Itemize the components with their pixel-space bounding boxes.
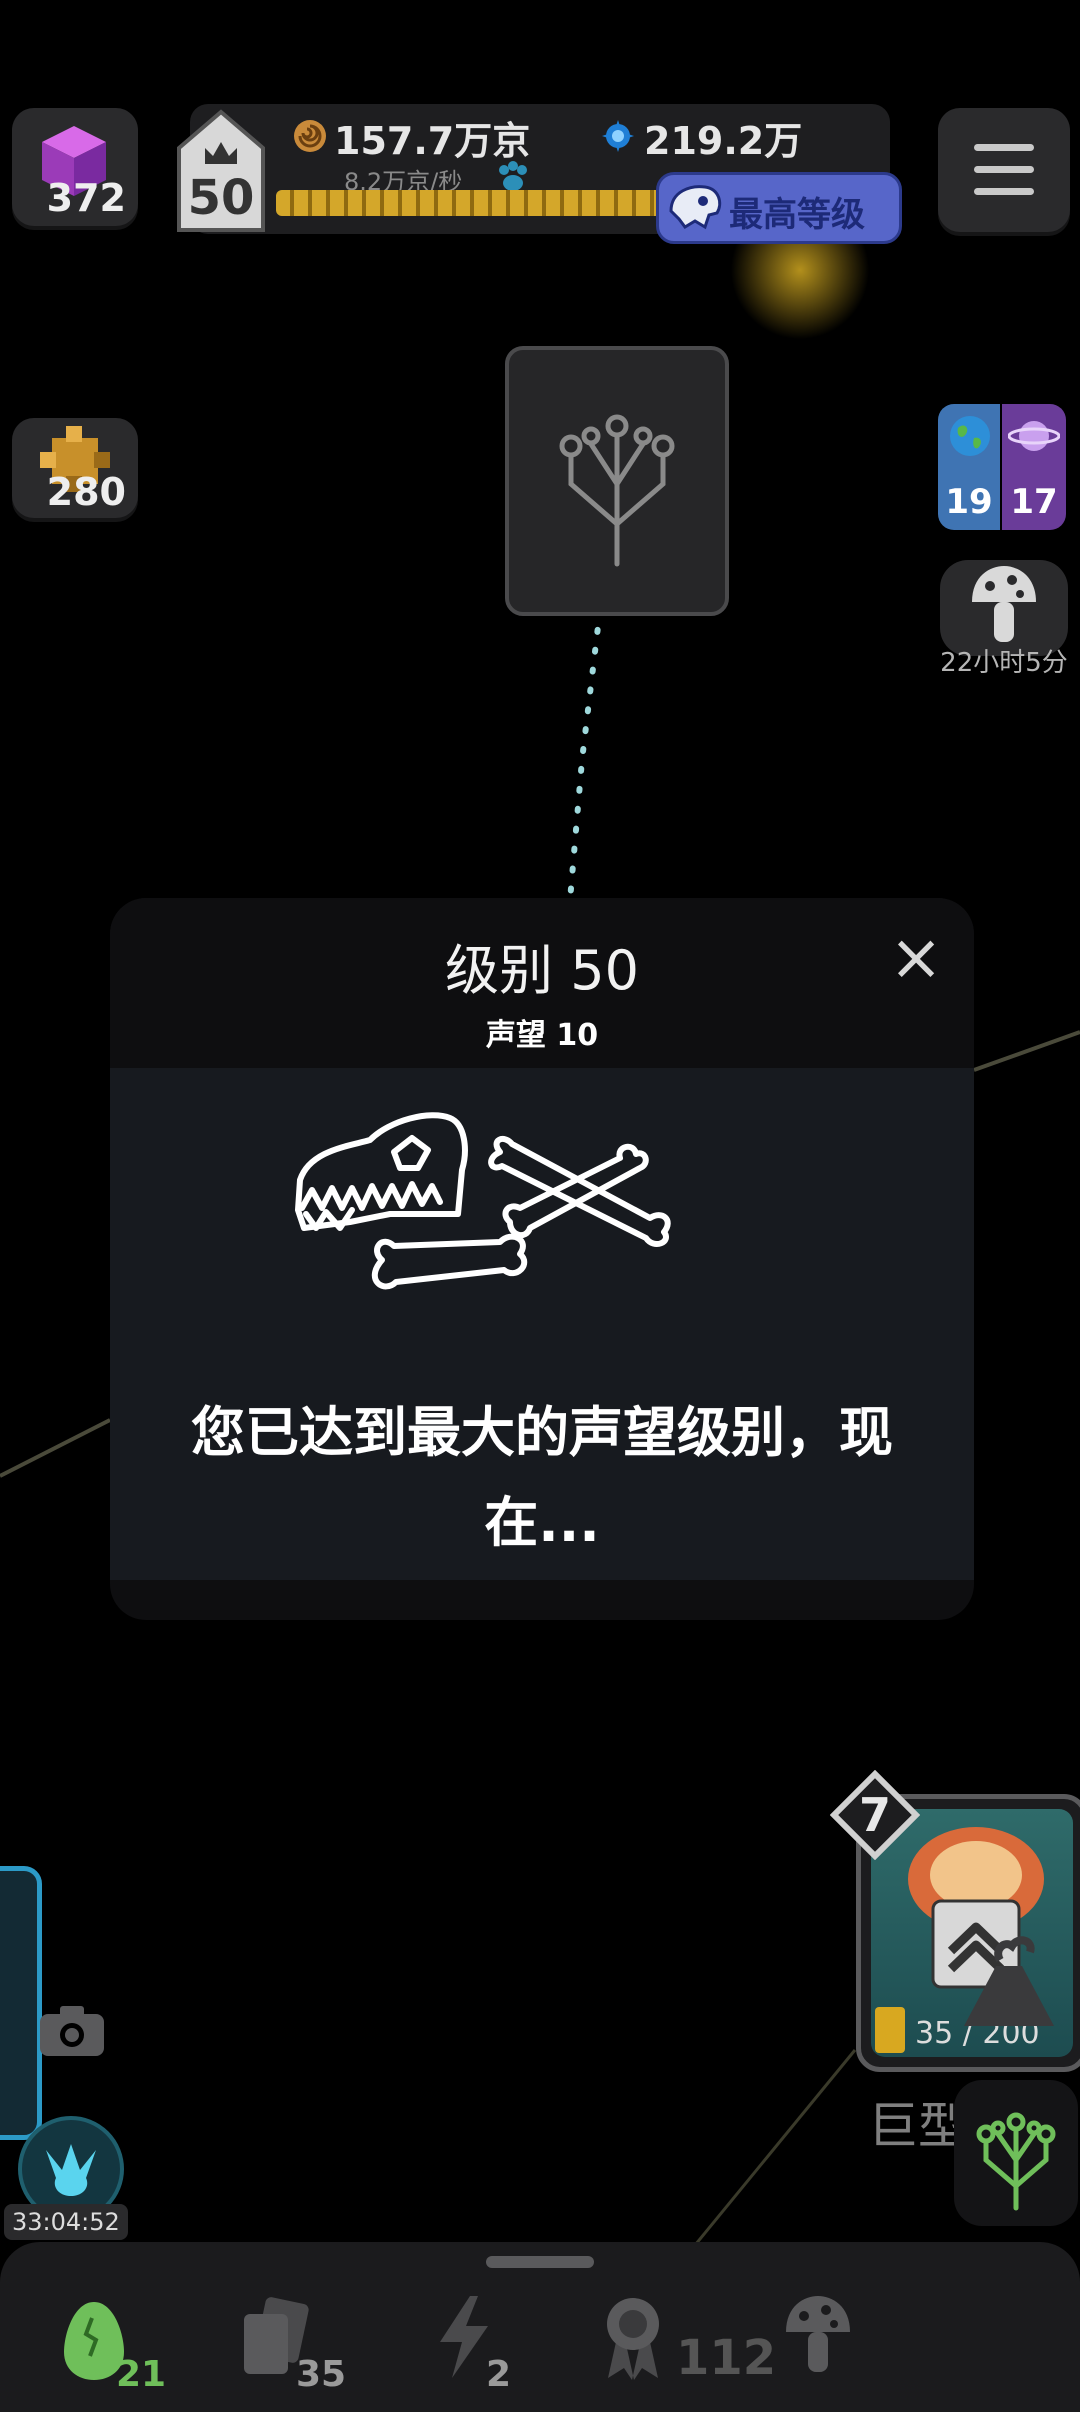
volcano-icon <box>964 1936 1054 2026</box>
menu-button[interactable] <box>938 108 1070 232</box>
nav-awards-count: 112 <box>676 2330 777 2386</box>
planet-count: 17 <box>1010 482 1058 522</box>
max-level-pill[interactable]: 最高等级 <box>656 172 902 244</box>
earth-icon <box>950 416 990 456</box>
close-icon[interactable]: × <box>886 926 946 990</box>
mushroom-nav-icon <box>786 2296 850 2372</box>
nav-awards[interactable]: 112 <box>596 2290 776 2400</box>
nav-cards[interactable]: 35 <box>226 2290 346 2400</box>
ammonite-icon <box>294 120 326 152</box>
puzzle-resource-tile[interactable]: 280 <box>12 418 138 518</box>
nav-mushroom[interactable] <box>770 2290 890 2400</box>
card-level-badge: 7 <box>829 1769 921 1861</box>
dino-paw-icon <box>46 2144 96 2196</box>
card-level: 7 <box>858 1788 891 1842</box>
modal-title: 级别 50 <box>445 939 639 1002</box>
evolution-tree-button[interactable] <box>954 2080 1078 2226</box>
level-number: 50 <box>187 170 255 226</box>
left-creature-card[interactable] <box>0 1866 42 2140</box>
nav-eggs-count: 21 <box>116 2354 167 2395</box>
modal-header: 级别 50 声望 10 × <box>110 898 974 1068</box>
cube-resource-tile[interactable]: 372 <box>12 108 138 226</box>
nav-energy-count: 2 <box>486 2354 512 2395</box>
nav-eggs[interactable]: 21 <box>46 2290 166 2400</box>
level-progress-bar <box>276 190 666 216</box>
mushroom-timer: 22小时5分 <box>940 648 1068 678</box>
card-progress-bar <box>875 2007 905 2053</box>
currency2-value: 219.2万 <box>644 119 803 163</box>
planet-counter-card[interactable]: 19 17 <box>938 404 1066 530</box>
puzzle-count: 280 <box>46 470 126 514</box>
menu-icon-line <box>974 188 1034 195</box>
nav-cards-count: 35 <box>296 2354 347 2395</box>
nav-energy[interactable]: 2 <box>420 2290 540 2400</box>
mushroom-icon <box>972 566 1036 642</box>
modal-subtitle: 声望 10 <box>485 1018 599 1053</box>
earth-panel: 19 <box>938 404 1000 530</box>
menu-icon-line <box>974 166 1034 173</box>
blue-gear-icon <box>602 120 634 152</box>
menu-icon-line <box>974 144 1034 151</box>
prestige-level-modal: 级别 50 声望 10 × 您已达到最大的声望级别，现在... <box>110 898 974 1620</box>
cube-count: 372 <box>46 176 126 220</box>
modal-body: 您已达到最大的声望级别，现在... <box>110 1068 974 1580</box>
level-progress-fill <box>276 190 666 216</box>
evolution-tree-node[interactable] <box>505 346 729 616</box>
earth-count: 19 <box>945 482 993 522</box>
award-ribbon-icon <box>607 2298 659 2380</box>
paw-timer: 33:04:52 <box>4 2204 128 2240</box>
dino-skull-icon <box>669 185 722 230</box>
fossil-bones-illustration <box>295 1112 671 1290</box>
max-level-label: 最高等级 <box>729 195 865 235</box>
paw-small-icon <box>499 161 527 191</box>
green-tree-icon <box>976 2112 1056 2211</box>
planet-ring-icon <box>1008 421 1060 451</box>
camera-icon[interactable] <box>38 2004 106 2058</box>
currency1-value: 157.7万京 <box>334 119 531 163</box>
drawer-handle[interactable] <box>486 2256 594 2268</box>
level-badge[interactable]: 50 <box>175 108 267 236</box>
branch-tree-icon <box>559 414 675 567</box>
planet-panel: 17 <box>1002 404 1066 530</box>
lightning-icon <box>440 2296 488 2378</box>
modal-message: 您已达到最大的声望级别，现在... <box>191 1401 893 1554</box>
